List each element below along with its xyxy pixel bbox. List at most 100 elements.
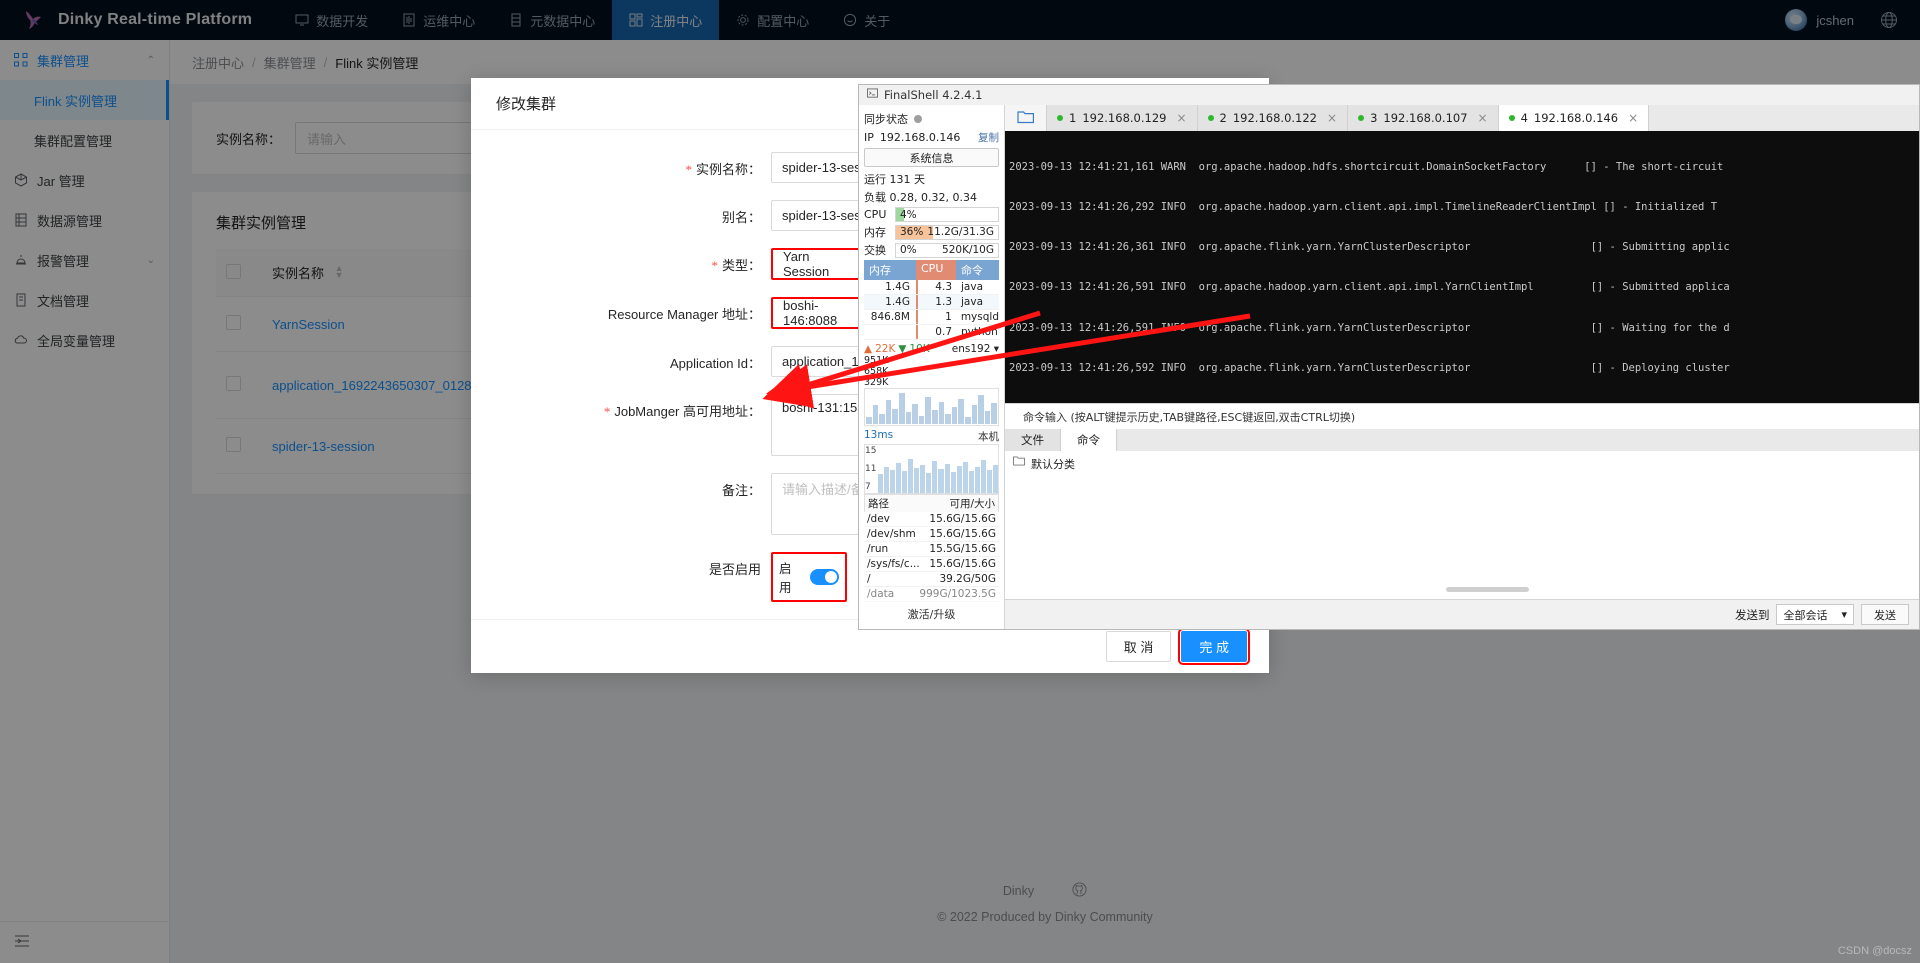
net-scale-0: 951K [864, 355, 889, 366]
memory-percent: 36% [900, 226, 924, 238]
latency-chart: 15 11 7 [864, 444, 999, 494]
session-tabs: 1 192.168.0.129 × 2 192.168.0.122 × 3 19… [1005, 105, 1919, 131]
terminal-output[interactable]: 2023-09-13 12:41:21,161 WARN org.apache.… [1005, 131, 1919, 403]
status-dot-icon [1508, 115, 1515, 121]
send-button[interactable]: 发送 [1861, 604, 1909, 625]
copy-button[interactable]: 复制 [978, 130, 999, 145]
ip-row: IP 192.168.0.146 复制 [864, 130, 999, 145]
activate-upgrade-link[interactable]: 激活/升级 [864, 602, 999, 624]
session-tab-num: 4 [1520, 111, 1528, 125]
disk-table-header: 路径 可用/大小 [864, 494, 999, 512]
close-icon[interactable]: × [1628, 111, 1638, 125]
server-stats-panel: 同步状态 IP 192.168.0.146 复制 系统信息 运行 131 天 负… [859, 105, 1005, 629]
type-input[interactable]: Yarn Session [771, 248, 863, 280]
field-label: 实例名称： [471, 152, 771, 178]
submit-button[interactable]: 完 成 [1178, 628, 1250, 665]
disk-path: /sys/fs/c... [867, 558, 920, 570]
system-info-button[interactable]: 系统信息 [864, 148, 999, 167]
command-group-label[interactable]: 默认分类 [1031, 456, 1075, 472]
open-folder-button[interactable] [1005, 105, 1047, 131]
session-tab-3[interactable]: 3 192.168.0.107 × [1348, 105, 1499, 131]
metric-label: 内存 [864, 226, 886, 239]
resource-manager-input[interactable]: boshi-146:8088 [771, 297, 866, 329]
process-mem: 846.8M [870, 311, 910, 323]
close-icon[interactable]: × [1327, 111, 1337, 125]
disk-size: 15.6G/15.6G [929, 558, 996, 570]
session-tab-num: 2 [1219, 111, 1227, 125]
process-cpu: 1.3 [916, 295, 956, 309]
metric-memory: 内存 36% 11.2G/31.3G [864, 224, 999, 240]
input-value: Yarn Session [783, 249, 830, 279]
send-bar: 发送到 全部会话 ▾ 发送 [1005, 599, 1919, 629]
latency-axis: 15 11 7 [865, 445, 878, 493]
close-icon[interactable]: × [1478, 111, 1488, 125]
command-input-bar[interactable]: 命令输入 (按ALT键提示历史,TAB键路径,ESC键返回,双击CTRL切换) [1005, 403, 1919, 429]
terminal-panel: 1 192.168.0.129 × 2 192.168.0.122 × 3 19… [1005, 105, 1919, 629]
finalshell-main: 同步状态 IP 192.168.0.146 复制 系统信息 运行 131 天 负… [859, 105, 1919, 629]
swap-bar: 0% 520K/10G [895, 242, 999, 258]
session-tab-host: 192.168.0.107 [1383, 111, 1468, 125]
network-up-value: 22K [875, 343, 896, 355]
latency-value: 13ms [864, 429, 894, 441]
finalshell-window: FinalShell 4.2.4.1 同步状态 IP 192.168.0.146… [858, 84, 1920, 630]
process-cmd: java [961, 296, 983, 308]
process-row: 1.4G 4.3 java [864, 280, 999, 295]
network-interface-select[interactable]: ens192 ▾ [952, 343, 999, 355]
latency-header: 13ms 本机 [864, 429, 999, 444]
session-tab-2[interactable]: 2 192.168.0.122 × [1197, 105, 1349, 131]
send-scope-select[interactable]: 全部会话 ▾ [1776, 604, 1854, 625]
metric-label: CPU [864, 208, 887, 221]
terminal-line: 2023-09-13 12:41:26,361 INFO org.apache.… [1009, 241, 1730, 254]
process-row: 1.4G 1.3 java [864, 295, 999, 310]
horizontal-scrollbar[interactable] [1446, 587, 1530, 592]
tab-commands[interactable]: 命令 [1061, 429, 1117, 451]
uptime-text: 运行 131 天 [864, 173, 925, 186]
bottom-tabs: 文件 命令 [1005, 429, 1919, 451]
disk-path: /dev/shm [867, 528, 916, 540]
process-mem: 1.4G [885, 296, 910, 308]
status-dot-icon [1207, 115, 1214, 121]
disk-row: /dev 15.6G/15.6G [864, 512, 999, 527]
close-icon[interactable]: × [1176, 111, 1186, 125]
session-tab-4[interactable]: 4 192.168.0.146 × [1498, 105, 1650, 131]
disk-row: /dev/shm 15.6G/15.6G [864, 527, 999, 542]
latency-tick: 11 [865, 464, 877, 474]
disk-path: / [867, 573, 871, 585]
process-row: 0.7 python [864, 325, 999, 340]
process-table-header: 内存 CPU 命令 [864, 260, 999, 280]
tab-files[interactable]: 文件 [1005, 429, 1061, 451]
disk-size: 999G/1023.5G [919, 588, 996, 600]
metric-swap: 交换 0% 520K/10G [864, 242, 999, 258]
command-input-hint: 命令输入 (按ALT键提示历史,TAB键路径,ESC键返回,双击CTRL切换) [1023, 410, 1356, 424]
enable-toggle[interactable] [809, 569, 839, 585]
terminal-line: 2023-09-13 12:41:26,592 INFO org.apache.… [1009, 361, 1730, 374]
command-group-list: 默认分类 [1005, 451, 1919, 599]
field-label: 是否启用 [708, 562, 761, 577]
disk-size: 39.2G/50G [939, 573, 996, 585]
status-dot-icon [1057, 115, 1063, 121]
network-row: ▲ 22K ▼ 10K ens192 ▾ [864, 343, 999, 355]
cpu-percent: 4% [900, 208, 917, 221]
enable-toggle-wrapper[interactable]: 启用 [771, 552, 847, 602]
field-label: 备注： [721, 483, 761, 498]
swap-percent: 0% [900, 244, 917, 256]
metric-cpu: CPU 4% [864, 207, 999, 222]
disk-size: 15.6G/15.6G [929, 513, 996, 525]
process-mem: 1.4G [885, 281, 910, 293]
disk-row: / 39.2G/50G [864, 572, 999, 587]
load-text: 负载 0.28, 0.32, 0.34 [864, 191, 977, 204]
session-tab-host: 192.168.0.122 [1232, 111, 1317, 125]
disk-col-size: 可用/大小 [949, 498, 995, 510]
watermark: CSDN @docsz [1837, 945, 1912, 957]
send-scope-value: 全部会话 [1783, 608, 1828, 622]
session-tab-host: 192.168.0.129 [1082, 111, 1167, 125]
field-label: JobManger 高可用地址： [471, 394, 771, 420]
session-tab-1[interactable]: 1 192.168.0.129 × [1047, 105, 1198, 131]
cancel-button[interactable]: 取 消 [1105, 631, 1172, 662]
memory-bar: 36% 11.2G/31.3G [895, 224, 999, 240]
process-col-cpu: CPU [916, 260, 956, 280]
latency-side-label: 本机 [978, 431, 999, 443]
disk-row: /run 15.5G/15.6G [864, 542, 999, 557]
latency-tick: 15 [865, 446, 877, 456]
process-cmd: mysqld [960, 311, 999, 323]
